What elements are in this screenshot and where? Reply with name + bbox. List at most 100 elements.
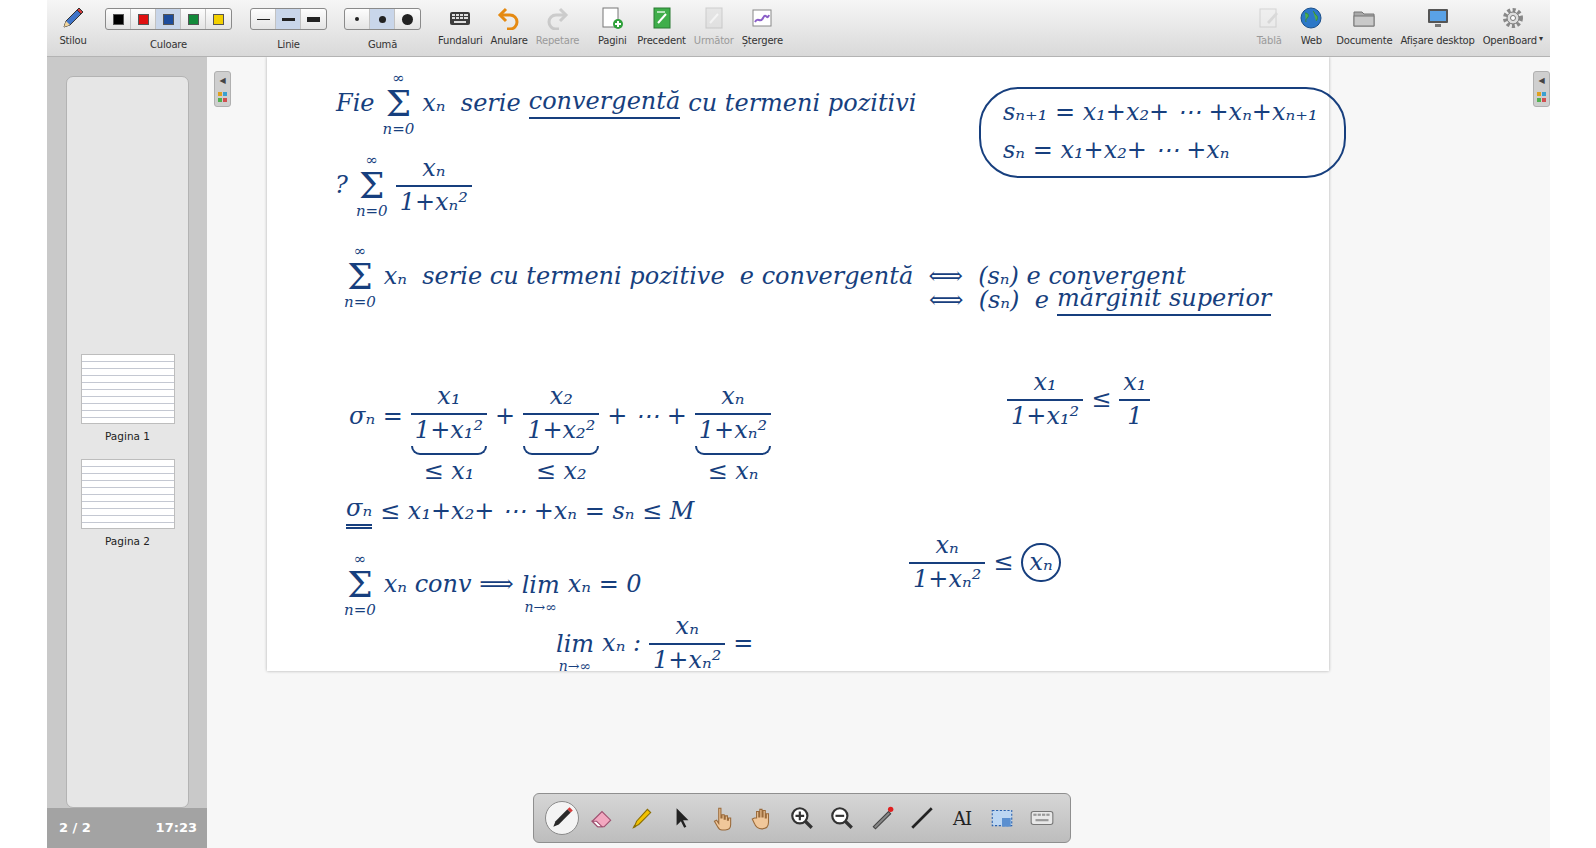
eraser-size-option[interactable] bbox=[395, 9, 420, 29]
pen-tool[interactable]: Stilou bbox=[53, 6, 93, 47]
text-tool[interactable]: AI bbox=[945, 801, 979, 835]
numerator: x₁ bbox=[433, 383, 464, 411]
limit-subscript: n→∞ bbox=[559, 659, 591, 674]
workspace: Pagina 1Pagina 22 / 217:23◀◀Fie∞Σn=0xₙ s… bbox=[47, 57, 1550, 848]
formula: x₁1+x₁²≤x₁1 bbox=[1007, 369, 1150, 430]
openboard-menu[interactable]: OpenBoard▾ bbox=[1480, 6, 1546, 47]
line-width-option[interactable] bbox=[301, 9, 326, 29]
fraction: xₙ1+xₙ² bbox=[909, 532, 985, 593]
color-picker-option[interactable] bbox=[181, 9, 206, 29]
laser-tool[interactable] bbox=[865, 801, 899, 835]
formula: xₙ1+xₙ²≤xₙ bbox=[909, 532, 1061, 593]
zoom-in-tool[interactable] bbox=[785, 801, 819, 835]
zoom-out-tool[interactable] bbox=[825, 801, 859, 835]
eraser-tool[interactable] bbox=[585, 801, 619, 835]
line-width-label: Linie bbox=[277, 39, 300, 51]
documents-button[interactable]: Documente bbox=[1333, 6, 1395, 47]
keyboard-icon bbox=[1029, 805, 1055, 831]
previous-button[interactable]: Precedent bbox=[634, 6, 689, 47]
color-picker-option[interactable] bbox=[206, 9, 231, 29]
line-width-option[interactable] bbox=[276, 9, 301, 29]
page-thumbnail[interactable]: Pagina 1 bbox=[81, 354, 175, 453]
keyboard-icon bbox=[448, 6, 472, 30]
formula: limn→∞xₙ :xₙ1+xₙ²= bbox=[556, 613, 753, 674]
pointer-tool[interactable] bbox=[665, 801, 699, 835]
underbrace bbox=[523, 446, 599, 455]
line-width-icon bbox=[257, 19, 270, 20]
formula: σₙ =x₁1+x₁²≤ x₁+x₂1+x₂²≤ x₂+ ⋯ +xₙ1+xₙ²≤… bbox=[349, 347, 771, 486]
underbrace bbox=[695, 446, 771, 455]
fraction: x₁1 bbox=[1119, 369, 1150, 430]
color-picker-option[interactable] bbox=[106, 9, 131, 29]
handwritten-text: convergentă bbox=[529, 88, 681, 119]
sum-upper: ∞ bbox=[366, 152, 379, 169]
hand-pointer-tool[interactable] bbox=[705, 801, 739, 835]
pen-icon bbox=[549, 805, 575, 831]
eraser-size: Gumă bbox=[344, 8, 421, 51]
clock: 17:23 bbox=[156, 818, 197, 838]
formula-line: σₙ≤ x₁+x₂+ ⋯ +xₙ = sₙ ≤ M bbox=[346, 495, 694, 529]
sum-lower: n=0 bbox=[383, 121, 415, 138]
fraction-bar bbox=[1119, 399, 1150, 401]
library-icon bbox=[1537, 92, 1546, 102]
redo-button-label: Repetare bbox=[536, 35, 580, 47]
redo-icon bbox=[545, 6, 569, 30]
pages-button[interactable]: Pagini bbox=[592, 6, 632, 47]
limit: limn→∞ bbox=[556, 613, 594, 674]
limit-word: lim bbox=[522, 572, 560, 600]
formula-line: x₁1+x₁²≤x₁1 bbox=[1007, 369, 1150, 430]
numerator: x₂ bbox=[546, 383, 577, 411]
formula: ⟺ (sₙ) emărginit superior bbox=[929, 285, 1271, 316]
sum-symbol: ∞Σn=0 bbox=[344, 551, 376, 618]
fraction-bar bbox=[523, 413, 599, 415]
board-page: Fie∞Σn=0xₙ serieconvergentăcu termeni po… bbox=[267, 57, 1329, 671]
capture-icon bbox=[989, 805, 1015, 831]
numerator: x₁ bbox=[1030, 369, 1061, 397]
brace-note: ≤ xₙ bbox=[707, 458, 758, 486]
color-picker-option[interactable] bbox=[131, 9, 156, 29]
clear-button[interactable]: Ștergere bbox=[739, 6, 786, 47]
sum-symbol: ∞Σn=0 bbox=[383, 70, 415, 137]
fraction: xₙ1+xₙ² bbox=[695, 383, 771, 444]
sum-symbol: ∞Σn=0 bbox=[344, 243, 376, 310]
hand-icon bbox=[749, 805, 775, 831]
text-tool-icon: AI bbox=[953, 805, 971, 832]
sum-sign: Σ bbox=[347, 260, 372, 294]
next-button: Următor bbox=[691, 6, 737, 47]
numerator: xₙ bbox=[932, 532, 963, 560]
line-width-box bbox=[250, 8, 327, 30]
color-swatch bbox=[213, 14, 224, 25]
capture-tool[interactable] bbox=[985, 801, 1019, 835]
clear-button-label: Ștergere bbox=[742, 35, 783, 47]
desktop-button[interactable]: Afișare desktop bbox=[1397, 6, 1477, 47]
handwritten-text: cu termeni pozitivi bbox=[688, 90, 916, 118]
collapse-pages-tab[interactable]: ◀ bbox=[214, 71, 231, 107]
line-width-option[interactable] bbox=[251, 9, 276, 29]
marker-tool[interactable] bbox=[625, 801, 659, 835]
undo-icon bbox=[497, 6, 521, 30]
keyboard-tool[interactable] bbox=[1025, 801, 1059, 835]
desktop-button-label: Afișare desktop bbox=[1400, 35, 1474, 47]
web-button-label: Web bbox=[1301, 35, 1322, 47]
undo-button[interactable]: Anulare bbox=[488, 6, 531, 47]
pen-tool-label: Stilou bbox=[59, 35, 86, 47]
hand-tool[interactable] bbox=[745, 801, 779, 835]
backgrounds-button[interactable]: Fundaluri bbox=[435, 6, 486, 47]
next-button-label: Următor bbox=[694, 35, 734, 47]
page-thumbnail[interactable]: Pagina 2 bbox=[81, 459, 175, 558]
numerator: x₁ bbox=[1119, 369, 1150, 397]
zoom-in-icon bbox=[789, 805, 815, 831]
eraser-size-option[interactable] bbox=[345, 9, 370, 29]
sum-upper: ∞ bbox=[354, 243, 367, 260]
web-button[interactable]: Web bbox=[1291, 6, 1331, 47]
denominator: 1+x₁² bbox=[1007, 403, 1083, 431]
page-label: Pagina 2 bbox=[105, 534, 150, 550]
library-tab[interactable]: ◀ bbox=[1533, 71, 1550, 107]
line-width-icon bbox=[307, 17, 320, 22]
eraser-size-option[interactable] bbox=[370, 9, 395, 29]
pen-tool[interactable] bbox=[545, 801, 579, 835]
handwritten-text: σₙ bbox=[346, 495, 372, 529]
color-picker-option[interactable] bbox=[156, 9, 181, 29]
numerator: xₙ bbox=[717, 383, 748, 411]
line-tool[interactable] bbox=[905, 801, 939, 835]
